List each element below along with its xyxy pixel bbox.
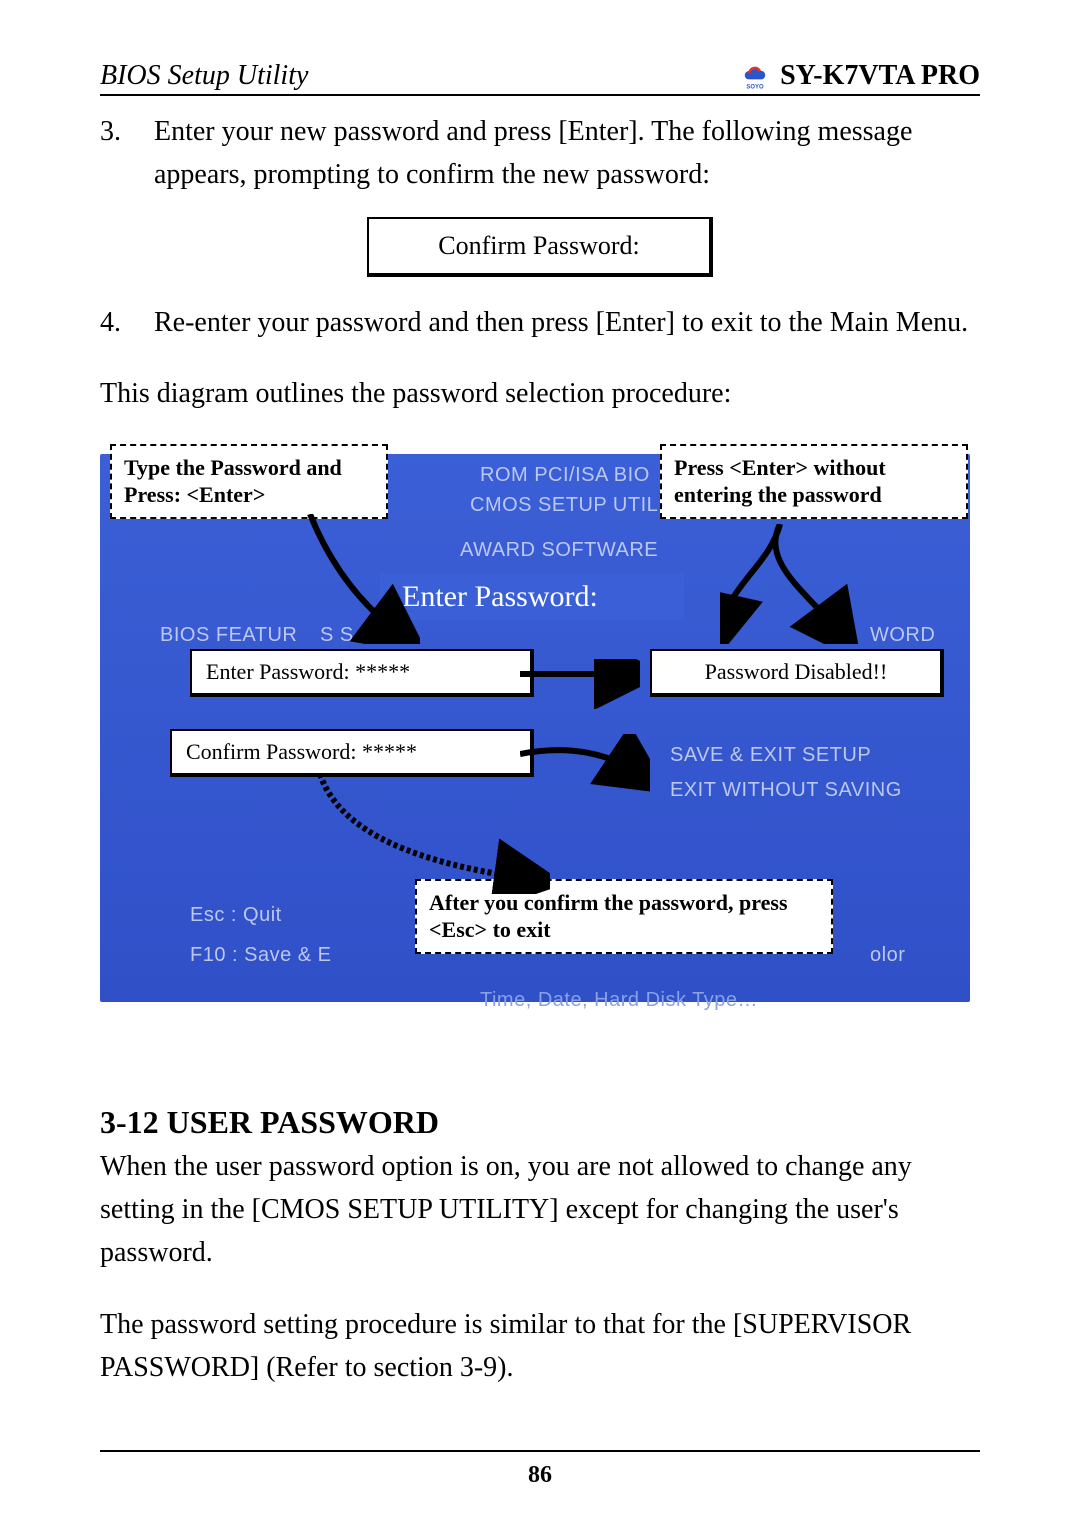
bios-esc-label: Esc : Quit [190, 904, 282, 927]
annot-type-password: Type the Password and Press: <Enter> [110, 444, 388, 519]
header-right: SOYO SY-K7VTA PRO [738, 60, 980, 92]
diagram-intro: This diagram outlines the password selec… [100, 372, 980, 415]
step-3-number: 3. [100, 110, 120, 197]
ordered-step-4: 4. Re-enter your password and then press… [100, 301, 980, 344]
step-3-text: Enter your new password and press [Enter… [154, 110, 980, 197]
header-left: BIOS Setup Utility [100, 60, 308, 92]
bios-ss-label: S S [320, 624, 354, 647]
step-4-text: Re-enter your password and then press [E… [154, 301, 980, 344]
svg-text:SOYO: SOYO [746, 85, 764, 91]
enter-password-box: Enter Password: ***** [190, 649, 534, 697]
page-footer: 86 [100, 1450, 980, 1489]
soyo-logo-icon: SOYO [738, 61, 772, 91]
header-model: SY-K7VTA PRO [780, 60, 980, 92]
bios-features-label: BIOS FEATUR [160, 624, 297, 647]
section-3-12-p1: When the user password option is on, you… [100, 1145, 980, 1275]
confirm-password-box: Confirm Password: [367, 217, 713, 277]
bios-save-exit-label: SAVE & EXIT SETUP [670, 744, 871, 767]
bios-cmos-label: CMOS SETUP UTIL [470, 494, 658, 517]
bios-password-menu-label: WORD [870, 624, 935, 647]
step-4-number: 4. [100, 301, 120, 344]
annot-press-enter-without: Press <Enter> without entering the passw… [660, 444, 968, 519]
ordered-step-3: 3. Enter your new password and press [En… [100, 110, 980, 197]
section-3-12-p2: The password setting procedure is simila… [100, 1303, 980, 1390]
section-3-12-heading: 3-12 USER PASSWORD [100, 1104, 980, 1141]
enter-password-prompt: Enter Password: [380, 574, 684, 620]
confirm-password-box-diagram: Confirm Password: ***** [170, 729, 534, 777]
password-procedure-diagram: ROM PCI/ISA BIO CMOS SETUP UTIL AWARD SO… [100, 434, 970, 1024]
bios-pa-label: PA [820, 624, 846, 647]
annot-after-confirm: After you confirm the password, press <E… [415, 879, 833, 954]
page-header: BIOS Setup Utility SOYO SY-K7VTA PRO [100, 60, 980, 96]
page-number: 86 [528, 1462, 552, 1488]
password-disabled-box: Password Disabled!! [650, 649, 944, 697]
bios-time-label: Time, Date, Hard Disk Type… [480, 989, 758, 1012]
bios-rom-label: ROM PCI/ISA BIO [480, 464, 650, 487]
bios-olor-label: olor [870, 944, 905, 967]
bios-exit-without-label: EXIT WITHOUT SAVING [670, 779, 902, 802]
bios-award-label: AWARD SOFTWARE [460, 539, 658, 562]
bios-f10-label: F10 : Save & E [190, 944, 332, 967]
